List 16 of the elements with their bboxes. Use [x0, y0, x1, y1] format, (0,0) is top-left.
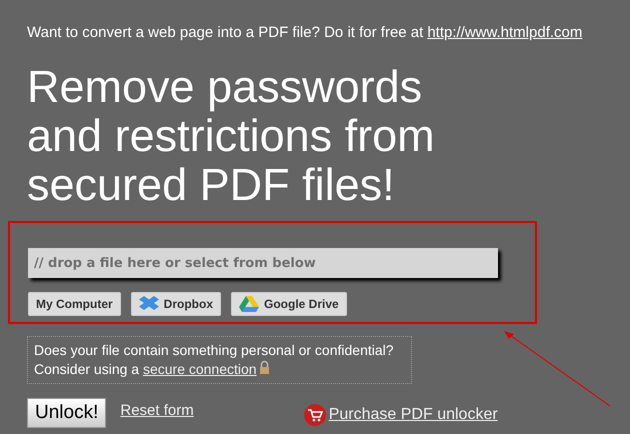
source-button[interactable]: Dropbox — [130, 292, 222, 316]
promo-text: Want to convert a web page into a PDF file? Do it for free at http://www.htmlpdf.com — [27, 24, 582, 41]
source-button[interactable]: Google Drive — [231, 292, 347, 316]
promo-link[interactable]: http://www.htmlpdf.com — [427, 24, 582, 41]
reset-link[interactable]: Reset form — [120, 402, 194, 418]
source-button[interactable]: My Computer — [28, 292, 121, 316]
triangle-logo-icon — [239, 296, 260, 312]
cart-icon — [304, 404, 326, 426]
unlock-button[interactable]: Unlock! — [27, 398, 106, 428]
file-drop-field[interactable]: // drop a file here or select from below — [28, 248, 498, 278]
padlock-icon — [258, 360, 270, 374]
secure-connection-link[interactable]: secure connection — [142, 361, 257, 377]
purchase-link[interactable]: Purchase PDF unlocker — [304, 404, 498, 426]
notice-text: Does your file contain something personal or confidential? Consider using a secure connection — [27, 336, 412, 384]
box-icon — [138, 295, 159, 313]
headline: Remove passwords and restrictions from secured PDF files! — [27, 62, 436, 209]
